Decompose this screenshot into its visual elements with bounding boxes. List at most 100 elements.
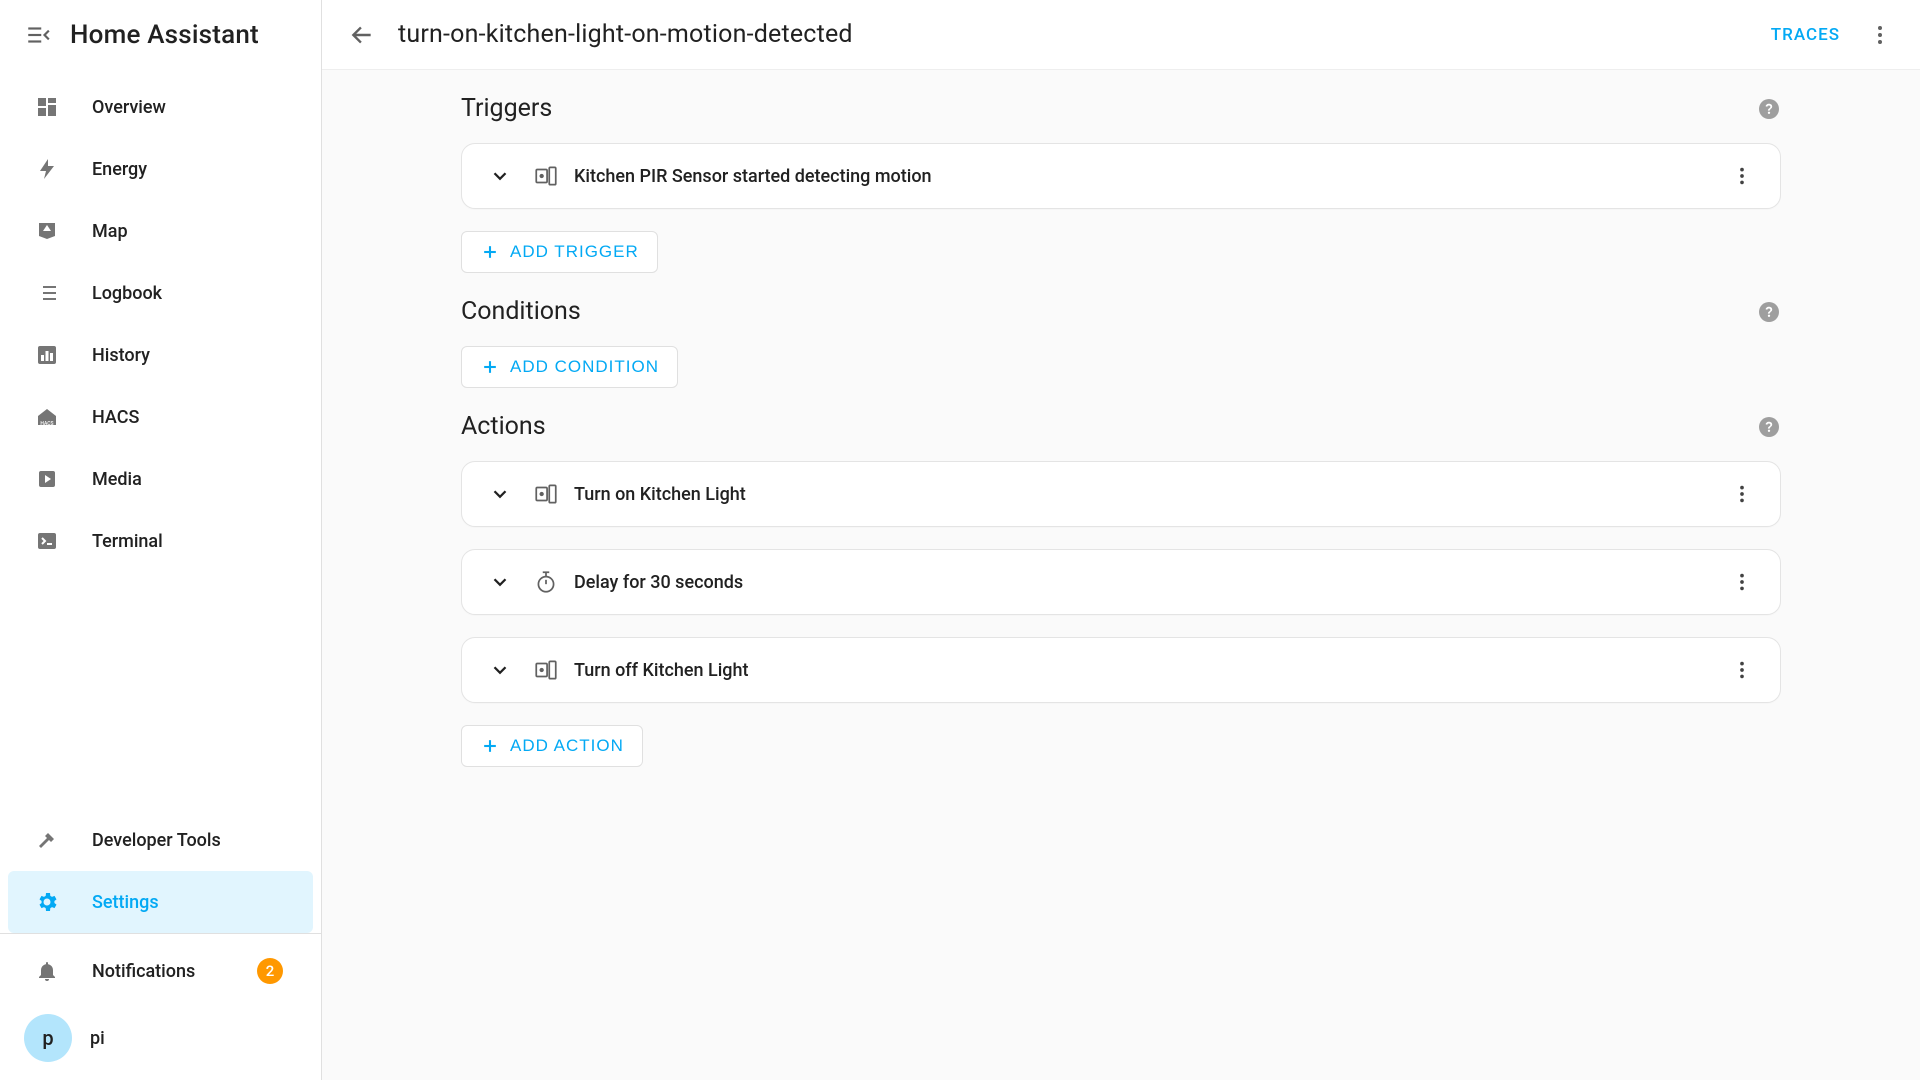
sidebar-item-notifications[interactable]: Notifications 2 xyxy=(8,940,313,1002)
sidebar-item-settings[interactable]: Settings xyxy=(8,871,313,933)
timer-icon xyxy=(532,569,560,595)
sidebar-item-user[interactable]: p pi xyxy=(8,1002,313,1074)
bolt-icon xyxy=(30,157,64,181)
action-more-button[interactable] xyxy=(1724,476,1760,512)
sidebar-item-label: Notifications xyxy=(92,961,195,982)
topbar: turn-on-kitchen-light-on-motion-detected… xyxy=(322,0,1920,70)
page-more-button[interactable] xyxy=(1856,11,1904,59)
action-label: Turn off Kitchen Light xyxy=(574,660,749,681)
sidebar-user-nav: Notifications 2 p pi xyxy=(0,940,321,1074)
sidebar-item-label: Energy xyxy=(92,159,147,180)
sidebar-nav: Overview Energy Map Logbook History xyxy=(0,76,321,572)
plus-icon xyxy=(480,242,500,262)
add-action-label: ADD ACTION xyxy=(510,736,624,756)
svg-text:HACS: HACS xyxy=(40,421,53,427)
collapse-sidebar-button[interactable] xyxy=(14,11,62,59)
sidebar-item-terminal[interactable]: Terminal xyxy=(8,510,313,572)
sidebar-item-label: Media xyxy=(92,469,142,490)
action-more-button[interactable] xyxy=(1724,652,1760,688)
terminal-icon xyxy=(30,529,64,553)
gear-icon xyxy=(30,890,64,914)
action-card[interactable]: Delay for 30 seconds xyxy=(461,549,1781,615)
expand-toggle[interactable] xyxy=(482,652,518,688)
sidebar-item-media[interactable]: Media xyxy=(8,448,313,510)
menu-collapse-icon xyxy=(25,22,51,48)
dots-vertical-icon xyxy=(1731,483,1753,505)
hacs-icon: HACS xyxy=(30,405,64,429)
sidebar-header: Home Assistant xyxy=(0,0,321,70)
chevron-down-icon xyxy=(489,659,511,681)
action-label: Turn on Kitchen Light xyxy=(574,484,746,505)
sidebar-item-label: HACS xyxy=(92,407,139,428)
sidebar-item-label: Logbook xyxy=(92,283,162,304)
help-button[interactable] xyxy=(1757,300,1781,324)
sidebar-item-label: Settings xyxy=(92,892,159,913)
trigger-label: Kitchen PIR Sensor started detecting mot… xyxy=(574,166,932,187)
user-name: pi xyxy=(90,1028,105,1049)
bell-icon xyxy=(30,959,64,983)
dashboard-icon xyxy=(30,95,64,119)
notifications-badge: 2 xyxy=(257,958,283,984)
sidebar-item-energy[interactable]: Energy xyxy=(8,138,313,200)
main: turn-on-kitchen-light-on-motion-detected… xyxy=(322,0,1920,1080)
add-trigger-label: ADD TRIGGER xyxy=(510,242,639,262)
sidebar-item-map[interactable]: Map xyxy=(8,200,313,262)
motion-sensor-icon xyxy=(532,163,560,189)
help-circle-icon xyxy=(1757,415,1781,439)
dots-vertical-icon xyxy=(1731,659,1753,681)
help-button[interactable] xyxy=(1757,97,1781,121)
chevron-down-icon xyxy=(489,571,511,593)
hammer-icon xyxy=(30,828,64,852)
action-card[interactable]: Turn on Kitchen Light xyxy=(461,461,1781,527)
back-button[interactable] xyxy=(338,11,386,59)
section-conditions: Conditions ADD CONDITION xyxy=(461,297,1781,388)
action-more-button[interactable] xyxy=(1724,564,1760,600)
expand-toggle[interactable] xyxy=(482,158,518,194)
section-actions: Actions Turn on Kitchen Light xyxy=(461,412,1781,767)
chart-icon xyxy=(30,343,64,367)
sidebar-item-history[interactable]: History xyxy=(8,324,313,386)
action-card[interactable]: Turn off Kitchen Light xyxy=(461,637,1781,703)
map-icon xyxy=(30,219,64,243)
traces-button[interactable]: TRACES xyxy=(1759,25,1852,45)
plus-icon xyxy=(480,736,500,756)
avatar: p xyxy=(24,1014,72,1062)
add-action-button[interactable]: ADD ACTION xyxy=(461,725,643,767)
add-condition-label: ADD CONDITION xyxy=(510,357,659,377)
expand-toggle[interactable] xyxy=(482,564,518,600)
section-triggers: Triggers Kitchen PIR Sensor started dete… xyxy=(461,94,1781,273)
sidebar-item-label: Overview xyxy=(92,97,166,118)
sidebar-divider xyxy=(0,933,321,934)
trigger-card[interactable]: Kitchen PIR Sensor started detecting mot… xyxy=(461,143,1781,209)
sidebar-item-overview[interactable]: Overview xyxy=(8,76,313,138)
chevron-down-icon xyxy=(489,165,511,187)
media-icon xyxy=(30,467,64,491)
list-icon xyxy=(30,281,64,305)
device-icon xyxy=(532,481,560,507)
device-icon xyxy=(532,657,560,683)
chevron-down-icon xyxy=(489,483,511,505)
help-circle-icon xyxy=(1757,300,1781,324)
section-title: Conditions xyxy=(461,297,581,326)
trigger-more-button[interactable] xyxy=(1724,158,1760,194)
sidebar-item-label: History xyxy=(92,345,150,366)
sidebar-item-hacs[interactable]: HACS HACS xyxy=(8,386,313,448)
content: Triggers Kitchen PIR Sensor started dete… xyxy=(322,70,1920,1080)
app-title: Home Assistant xyxy=(70,20,259,50)
section-title: Triggers xyxy=(461,94,552,123)
sidebar-item-logbook[interactable]: Logbook xyxy=(8,262,313,324)
sidebar-item-label: Developer Tools xyxy=(92,830,221,851)
help-circle-icon xyxy=(1757,97,1781,121)
arrow-left-icon xyxy=(349,22,375,48)
dots-vertical-icon xyxy=(1731,571,1753,593)
expand-toggle[interactable] xyxy=(482,476,518,512)
add-condition-button[interactable]: ADD CONDITION xyxy=(461,346,678,388)
add-trigger-button[interactable]: ADD TRIGGER xyxy=(461,231,658,273)
sidebar-bottom-nav: Developer Tools Settings xyxy=(0,809,321,933)
dots-vertical-icon xyxy=(1868,23,1892,47)
plus-icon xyxy=(480,357,500,377)
help-button[interactable] xyxy=(1757,415,1781,439)
sidebar-item-devtools[interactable]: Developer Tools xyxy=(8,809,313,871)
sidebar-item-label: Map xyxy=(92,221,128,242)
action-label: Delay for 30 seconds xyxy=(574,572,743,593)
